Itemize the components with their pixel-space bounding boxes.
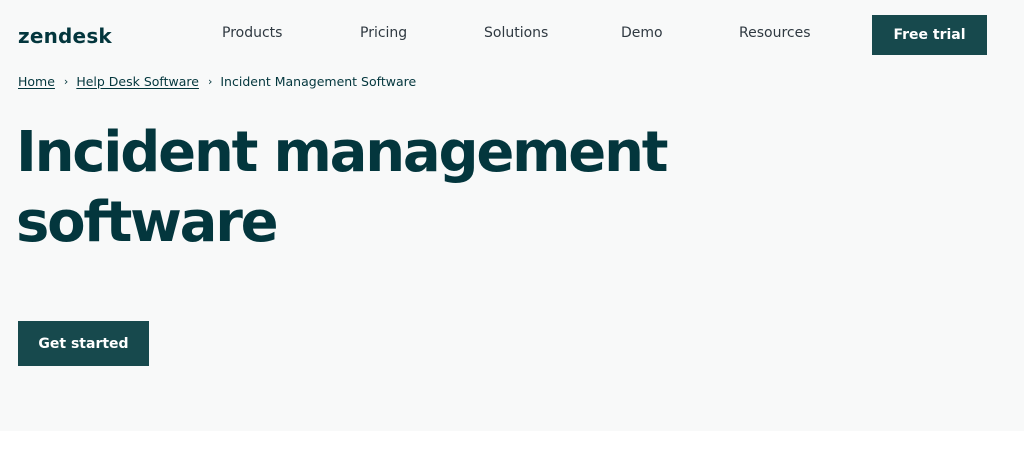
chevron-right-icon: › bbox=[207, 75, 213, 88]
nav-solutions[interactable]: Solutions bbox=[484, 24, 548, 42]
get-started-button[interactable]: Get started bbox=[18, 321, 149, 366]
free-trial-button[interactable]: Free trial bbox=[872, 15, 987, 55]
breadcrumb-help-desk-software[interactable]: Help Desk Software bbox=[76, 74, 199, 90]
nav-resources[interactable]: Resources bbox=[739, 24, 811, 42]
page-title: Incident management software bbox=[16, 118, 736, 258]
chevron-right-icon: › bbox=[63, 75, 69, 88]
nav-products[interactable]: Products bbox=[222, 24, 282, 42]
page-title-line-2: software bbox=[16, 190, 279, 255]
page-title-line-1: Incident management bbox=[16, 120, 669, 185]
zendesk-logo[interactable]: zendesk bbox=[18, 22, 112, 50]
nav-pricing[interactable]: Pricing bbox=[360, 24, 407, 42]
nav-demo[interactable]: Demo bbox=[621, 24, 663, 42]
breadcrumb: Home › Help Desk Software › Incident Man… bbox=[18, 74, 416, 90]
breadcrumb-current: Incident Management Software bbox=[220, 74, 417, 89]
breadcrumb-home[interactable]: Home bbox=[18, 74, 55, 90]
